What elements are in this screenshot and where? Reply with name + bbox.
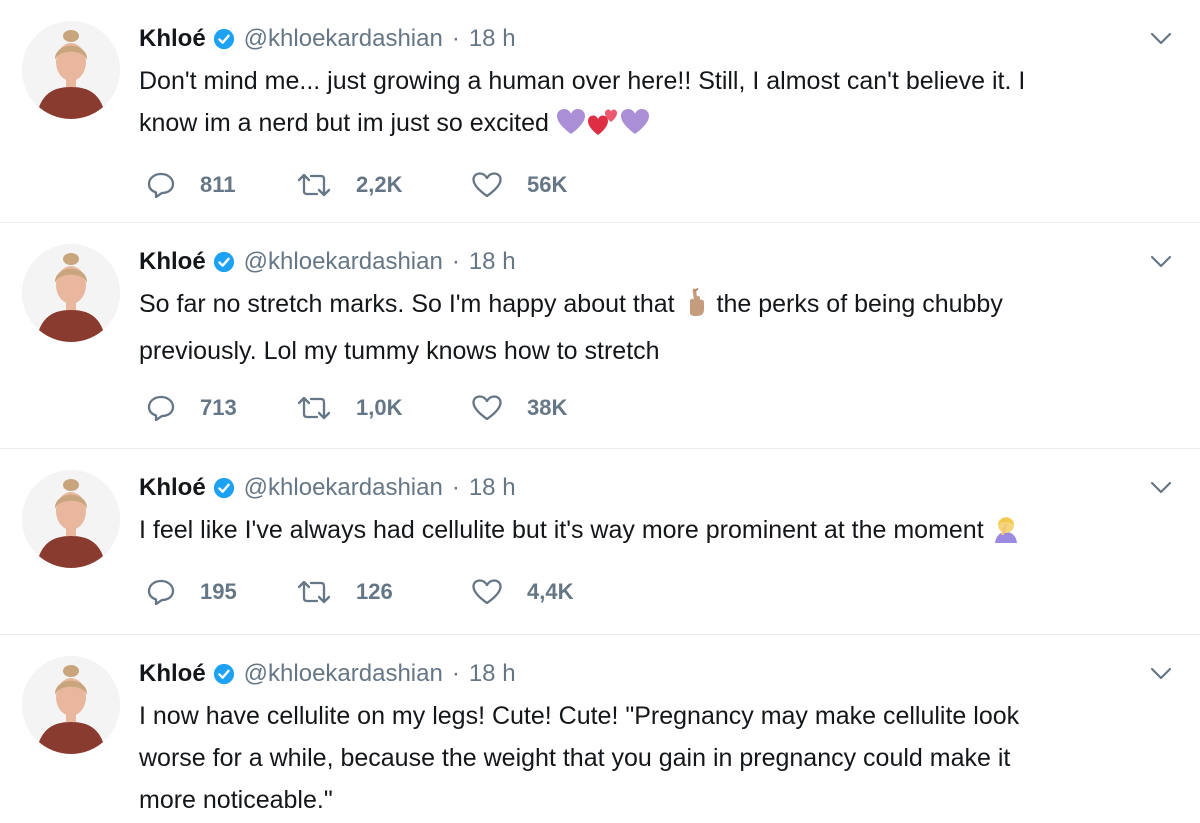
retweet-count: 2,2K <box>356 172 403 197</box>
retweet-button[interactable]: 1,0K <box>296 395 471 421</box>
display-name[interactable]: Khloé <box>139 474 206 502</box>
handle[interactable]: @khloekardashian <box>244 248 443 276</box>
reply-count: 811 <box>200 172 236 197</box>
retweet-count: 126 <box>356 579 393 604</box>
tweet-text-line: Don't mind me... just growing a human ov… <box>139 67 1026 95</box>
timestamp[interactable]: 18 h <box>469 660 516 688</box>
retweet-icon <box>296 579 332 605</box>
reply-count: 195 <box>200 579 237 604</box>
reply-icon <box>146 171 176 199</box>
reply-icon <box>146 394 176 422</box>
separator: · <box>451 474 460 501</box>
like-button[interactable]: 38K <box>471 394 611 422</box>
tweet-text: I feel like I've always had cellulite bu… <box>139 509 1169 556</box>
display-name[interactable]: Khloé <box>139 25 206 53</box>
timestamp[interactable]: 18 h <box>469 25 516 53</box>
chevron-down-icon[interactable] <box>1150 32 1172 46</box>
like-count: 56K <box>527 172 568 197</box>
separator: · <box>451 248 460 275</box>
tweet-text-line: previously. Lol my tummy knows how to st… <box>139 337 660 365</box>
tweet-text-line: know im a nerd but im just so excited <box>139 109 549 137</box>
fingers-crossed-emoji-icon <box>682 287 710 330</box>
tweet-actions: 713 1,0K 38K <box>146 393 611 423</box>
separator: · <box>451 25 460 52</box>
tweet-text-line-with-emoji: I feel like I've always had cellulite bu… <box>139 509 1169 556</box>
verified-badge-icon <box>213 663 235 685</box>
avatar[interactable] <box>22 656 120 754</box>
like-button[interactable]: 4,4K <box>471 578 611 606</box>
tweet-header: Khloé @khloekardashian · 18 h <box>139 22 516 56</box>
tweet-header: Khloé @khloekardashian · 18 h <box>139 657 516 691</box>
chevron-down-icon[interactable] <box>1150 255 1172 269</box>
tweet-text-line: I now have cellulite on my legs! Cute! C… <box>139 702 1020 730</box>
reply-button[interactable]: 195 <box>146 578 296 606</box>
avatar[interactable] <box>22 21 120 119</box>
tweet[interactable]: Khloé @khloekardashian · 18 h Don't mind… <box>0 0 1200 223</box>
purple-heart-emoji-icon <box>556 107 586 149</box>
tweet-text-line-with-emoji: know im a nerd but im just so excited <box>139 102 1169 149</box>
avatar[interactable] <box>22 470 120 568</box>
tweet-feed: Khloé @khloekardashian · 18 h Don't mind… <box>0 0 1200 823</box>
display-name[interactable]: Khloé <box>139 248 206 276</box>
separator: · <box>451 660 460 687</box>
timestamp[interactable]: 18 h <box>469 248 516 276</box>
purple-heart-emoji-icon <box>620 107 650 149</box>
handle[interactable]: @khloekardashian <box>244 25 443 53</box>
retweet-button[interactable]: 2,2K <box>296 172 471 198</box>
timestamp[interactable]: 18 h <box>469 474 516 502</box>
tweet-header: Khloé @khloekardashian · 18 h <box>139 245 516 279</box>
like-count: 38K <box>527 395 568 420</box>
heart-icon <box>471 394 503 422</box>
handle[interactable]: @khloekardashian <box>244 660 443 688</box>
handle[interactable]: @khloekardashian <box>244 474 443 502</box>
tweet[interactable]: Khloé @khloekardashian · 18 h I now have… <box>0 635 1200 823</box>
verified-badge-icon <box>213 28 235 50</box>
tweet-header: Khloé @khloekardashian · 18 h <box>139 471 516 505</box>
tweet[interactable]: Khloé @khloekardashian · 18 h So far no … <box>0 223 1200 449</box>
woman-facepalming-emoji-icon <box>991 513 1021 556</box>
tweet-text: I now have cellulite on my legs! Cute! C… <box>139 695 1169 821</box>
heart-icon <box>471 171 503 199</box>
tweet-text: So far no stretch marks. So I'm happy ab… <box>139 283 1169 372</box>
retweet-icon <box>296 172 332 198</box>
like-count: 4,4K <box>527 579 574 604</box>
retweet-button[interactable]: 126 <box>296 579 471 605</box>
reply-icon <box>146 578 176 606</box>
tweet-actions: 195 126 4,4K <box>146 577 611 607</box>
retweet-icon <box>296 395 332 421</box>
tweet-text-line-with-emoji: So far no stretch marks. So I'm happy ab… <box>139 283 1169 330</box>
reply-button[interactable]: 713 <box>146 394 296 422</box>
verified-badge-icon <box>213 251 235 273</box>
tweet-text-segment: the perks of being chubby <box>716 290 1003 318</box>
like-button[interactable]: 56K <box>471 171 611 199</box>
reply-button[interactable]: 811 <box>146 171 296 199</box>
reply-count: 713 <box>200 395 237 420</box>
tweet-text-segment: So far no stretch marks. So I'm happy ab… <box>139 290 675 318</box>
chevron-down-icon[interactable] <box>1150 667 1172 681</box>
tweet-text-line: I feel like I've always had cellulite bu… <box>139 516 984 544</box>
chevron-down-icon[interactable] <box>1150 481 1172 495</box>
tweet-actions: 811 2,2K 56K <box>146 170 611 200</box>
verified-badge-icon <box>213 477 235 499</box>
tweet-text-line: worse for a while, because the weight th… <box>139 744 1011 772</box>
retweet-count: 1,0K <box>356 395 403 420</box>
avatar[interactable] <box>22 244 120 342</box>
heart-icon <box>471 578 503 606</box>
display-name[interactable]: Khloé <box>139 660 206 688</box>
two-hearts-emoji-icon <box>586 106 620 149</box>
tweet[interactable]: Khloé @khloekardashian · 18 h I feel lik… <box>0 449 1200 635</box>
tweet-text: Don't mind me... just growing a human ov… <box>139 60 1169 149</box>
tweet-text-line: more noticeable." <box>139 786 333 814</box>
